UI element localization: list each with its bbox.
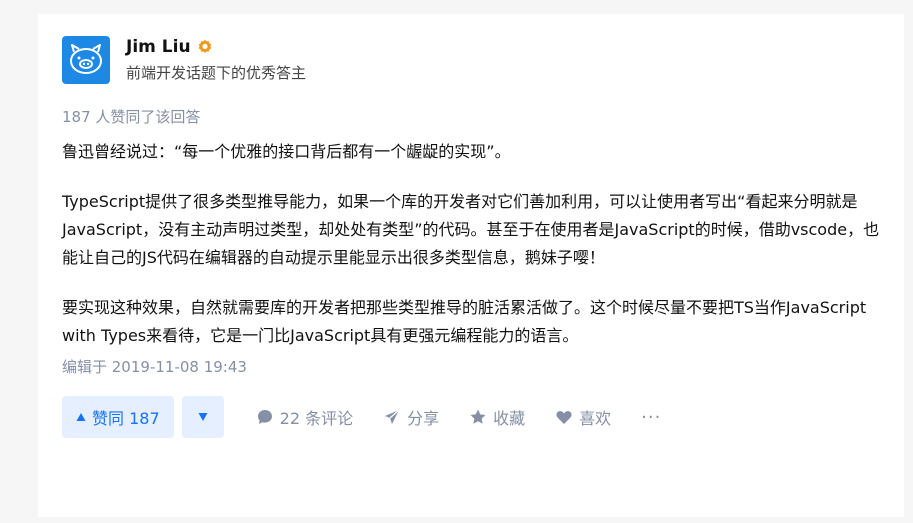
upvote-triangle-icon [76, 413, 86, 421]
action-bar: 赞同 187 22 条评论 分享 收藏 喜欢 ··· [62, 396, 880, 438]
answer-paragraph: TypeScript提供了很多类型推导能力，如果一个库的开发者对它们善加利用，可… [62, 192, 880, 267]
favorite-label: 收藏 [493, 409, 526, 428]
author-name[interactable]: Jim Liu [126, 37, 191, 57]
heart-icon [556, 411, 572, 424]
author-headline: 前端开发话题下的优秀答主 [126, 64, 307, 82]
vote-summary[interactable]: 187 人赞同了该回答 [62, 106, 880, 130]
author-info: Jim Liu 前端开发话题下的优秀答主 [62, 36, 880, 88]
downvote-triangle-icon [198, 413, 208, 421]
answer-paragraph: 要实现这种效果，自然就需要库的开发者把那些类型推导的脏活累活做了。这个时候尽量不… [62, 298, 867, 345]
comment-icon [257, 410, 272, 424]
favorite-button[interactable]: 收藏 [469, 396, 525, 438]
upvote-button[interactable]: 赞同 187 [62, 396, 174, 438]
like-button[interactable]: 喜欢 [555, 396, 611, 438]
star-icon [470, 409, 486, 424]
edit-time[interactable]: 编辑于 2019-11-08 19:43 [62, 356, 880, 378]
answer-card: Jim Liu 前端开发话题下的优秀答主 187 人赞同了该回答 鲁迅曾经说过：… [38, 14, 904, 517]
excellent-answerer-badge-icon[interactable] [197, 39, 213, 55]
answer-paragraph: 鲁迅曾经说过：“每一个优雅的接口背后都有一个龌龊的实现”。 [62, 142, 511, 161]
comments-button[interactable]: 22 条评论 [256, 396, 353, 438]
more-icon: ··· [641, 406, 662, 428]
pig-icon [70, 44, 102, 74]
more-options-button[interactable]: ··· [641, 396, 661, 438]
author-name-row: Jim Liu [126, 36, 306, 58]
share-label: 分享 [407, 409, 440, 428]
comments-label: 22 条评论 [279, 409, 354, 428]
author-text: Jim Liu 前端开发话题下的优秀答主 [126, 36, 306, 84]
downvote-button[interactable] [181, 396, 224, 438]
like-label: 喜欢 [579, 409, 612, 428]
share-icon [385, 409, 400, 424]
upvote-label: 赞同 187 [92, 409, 160, 428]
answer-content: 鲁迅曾经说过：“每一个优雅的接口背后都有一个龌龊的实现”。 TypeScript… [62, 138, 880, 350]
share-button[interactable]: 分享 [383, 396, 439, 438]
avatar[interactable] [62, 36, 110, 84]
